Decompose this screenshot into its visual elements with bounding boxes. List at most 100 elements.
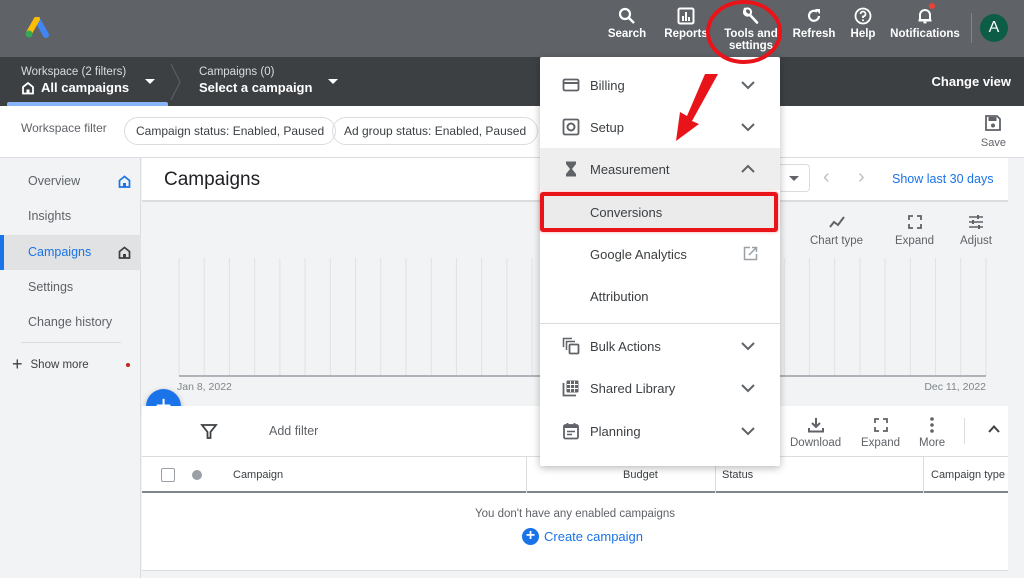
chevron-down-icon [741,384,755,393]
menu-item-attribution[interactable]: Attribution [540,275,780,317]
select-all-checkbox[interactable] [161,468,175,482]
chevron-up-icon [741,164,755,173]
menu-item-conversions[interactable]: Conversions [540,191,780,233]
workspace-filter-count: Workspace (2 filters) [21,66,127,78]
next-period-icon[interactable]: › [858,167,870,187]
top-actions: Search Reports Tools and settings Refres… [605,0,1024,57]
campaign-selector[interactable]: Campaigns (0) Select a campaign [199,66,312,95]
more-button[interactable]: More [919,416,945,449]
sidebar-item-overview[interactable]: Overview [0,164,141,199]
table-expand-button[interactable]: Expand [861,416,900,449]
credit-card-icon [562,78,580,92]
filter-icon[interactable] [200,422,218,440]
account-avatar[interactable]: A [980,14,1008,42]
create-campaign-link[interactable]: + Create campaign [522,528,643,545]
add-circle-icon: + [522,528,539,545]
refresh-label: Refresh [792,28,836,40]
column-header-campaign-type[interactable]: Campaign type [931,469,1005,481]
column-header-campaign[interactable]: Campaign [233,469,283,481]
show-last-30-days-link[interactable]: Show last 30 days [892,172,993,186]
chart-type-button[interactable]: Chart type [810,213,863,247]
setup-icon [562,118,580,136]
menu-section-label: Bulk Actions [590,338,661,354]
table-body: You don't have any enabled campaigns + C… [142,493,1008,570]
sidebar-item-settings[interactable]: Settings [0,270,141,305]
table-footer [142,570,1008,578]
chevron-down-icon [741,427,755,436]
workspace-selector[interactable]: Workspace (2 filters) All campaigns [21,66,129,95]
plus-icon: + [12,354,23,374]
help-label: Help [850,28,876,40]
notifications-label: Notifications [890,28,960,40]
more-vert-icon [930,417,934,433]
google-ads-logo[interactable] [24,17,50,39]
download-button[interactable]: Download [790,416,841,449]
column-header-status[interactable]: Status [722,469,753,481]
previous-period-icon[interactable]: ‹ [823,167,835,187]
tools-and-settings-menu: Billing Setup Measurement Conversions Go… [540,57,780,466]
reports-label: Reports [664,28,708,40]
change-view-button[interactable]: Change view [932,74,1011,89]
toolbar-divider [964,418,965,444]
reports-button[interactable]: Reports [663,0,709,40]
sidebar-item-change-history[interactable]: Change history [0,305,141,340]
status-dot-icon [192,470,202,480]
workspace-filter-label: Workspace filter [21,121,107,135]
date-range-dropdown[interactable] [778,164,810,192]
search-label: Search [607,28,647,40]
menu-item-google-analytics[interactable]: Google Analytics [540,233,780,275]
refresh-button[interactable]: Refresh [791,0,837,40]
sidebar-item-label: Settings [28,280,74,294]
notifications-button[interactable]: Notifications [889,0,961,40]
topbar-divider [971,13,972,43]
save-button[interactable]: Save [981,114,1006,149]
filter-chip-campaign-status[interactable]: Campaign status: Enabled, Paused [124,117,337,145]
save-icon [985,115,1002,131]
sidebar-item-label: Change history [28,315,113,329]
wrench-icon [742,7,759,24]
menu-divider [540,323,780,324]
column-header-budget[interactable]: Budget [623,469,658,481]
external-link-icon [743,246,758,261]
home-icon [118,246,131,259]
menu-section-bulk-actions[interactable]: Bulk Actions [540,325,780,367]
adjust-icon [968,215,983,229]
menu-section-label: Planning [590,423,641,439]
sidebar-item-campaigns[interactable]: Campaigns [0,235,141,270]
search-button[interactable]: Search [605,0,649,40]
add-filter-button[interactable]: Add filter [269,424,318,438]
campaign-dropdown-icon[interactable] [328,79,338,84]
tools-and-settings-label: Tools and settings [724,28,778,52]
menu-section-billing[interactable]: Billing [540,64,780,106]
expand-label: Expand [861,437,901,449]
menu-section-setup[interactable]: Setup [540,106,780,148]
help-icon [854,7,872,25]
menu-section-label: Billing [590,77,625,93]
show-more-button[interactable]: + Show more [12,354,89,375]
chart-adjust-button[interactable]: Adjust [960,213,992,247]
tools-and-settings-button[interactable]: Tools and settings [721,0,781,52]
download-icon [807,418,824,433]
breadcrumb-bar: Workspace (2 filters) All campaigns Camp… [0,57,1024,106]
menu-section-shared-library[interactable]: Shared Library [540,367,780,409]
workspace-name: All campaigns [41,80,130,95]
top-bar: Search Reports Tools and settings Refres… [0,0,1024,57]
menu-section-measurement[interactable]: Measurement [540,148,780,190]
chevron-up-icon[interactable] [987,422,1001,436]
sidebar-item-insights[interactable]: Insights [0,199,141,234]
line-chart-icon [828,216,845,228]
menu-item-label: Attribution [590,288,649,304]
column-divider [526,457,527,493]
filter-chip-ad-group-status[interactable]: Ad group status: Enabled, Paused [332,117,539,145]
sidebar-item-label: Campaigns [28,245,92,259]
more-label: More [919,437,946,449]
create-campaign-label: Create campaign [544,529,643,544]
help-button[interactable]: Help [845,0,881,40]
chart-expand-button[interactable]: Expand [895,213,934,247]
new-indicator-dot [126,363,130,367]
page-title: Campaigns [164,169,261,190]
workspace-dropdown-icon[interactable] [145,79,155,84]
menu-section-planning[interactable]: Planning [540,410,780,452]
search-icon [618,7,635,24]
refresh-icon [807,9,821,22]
